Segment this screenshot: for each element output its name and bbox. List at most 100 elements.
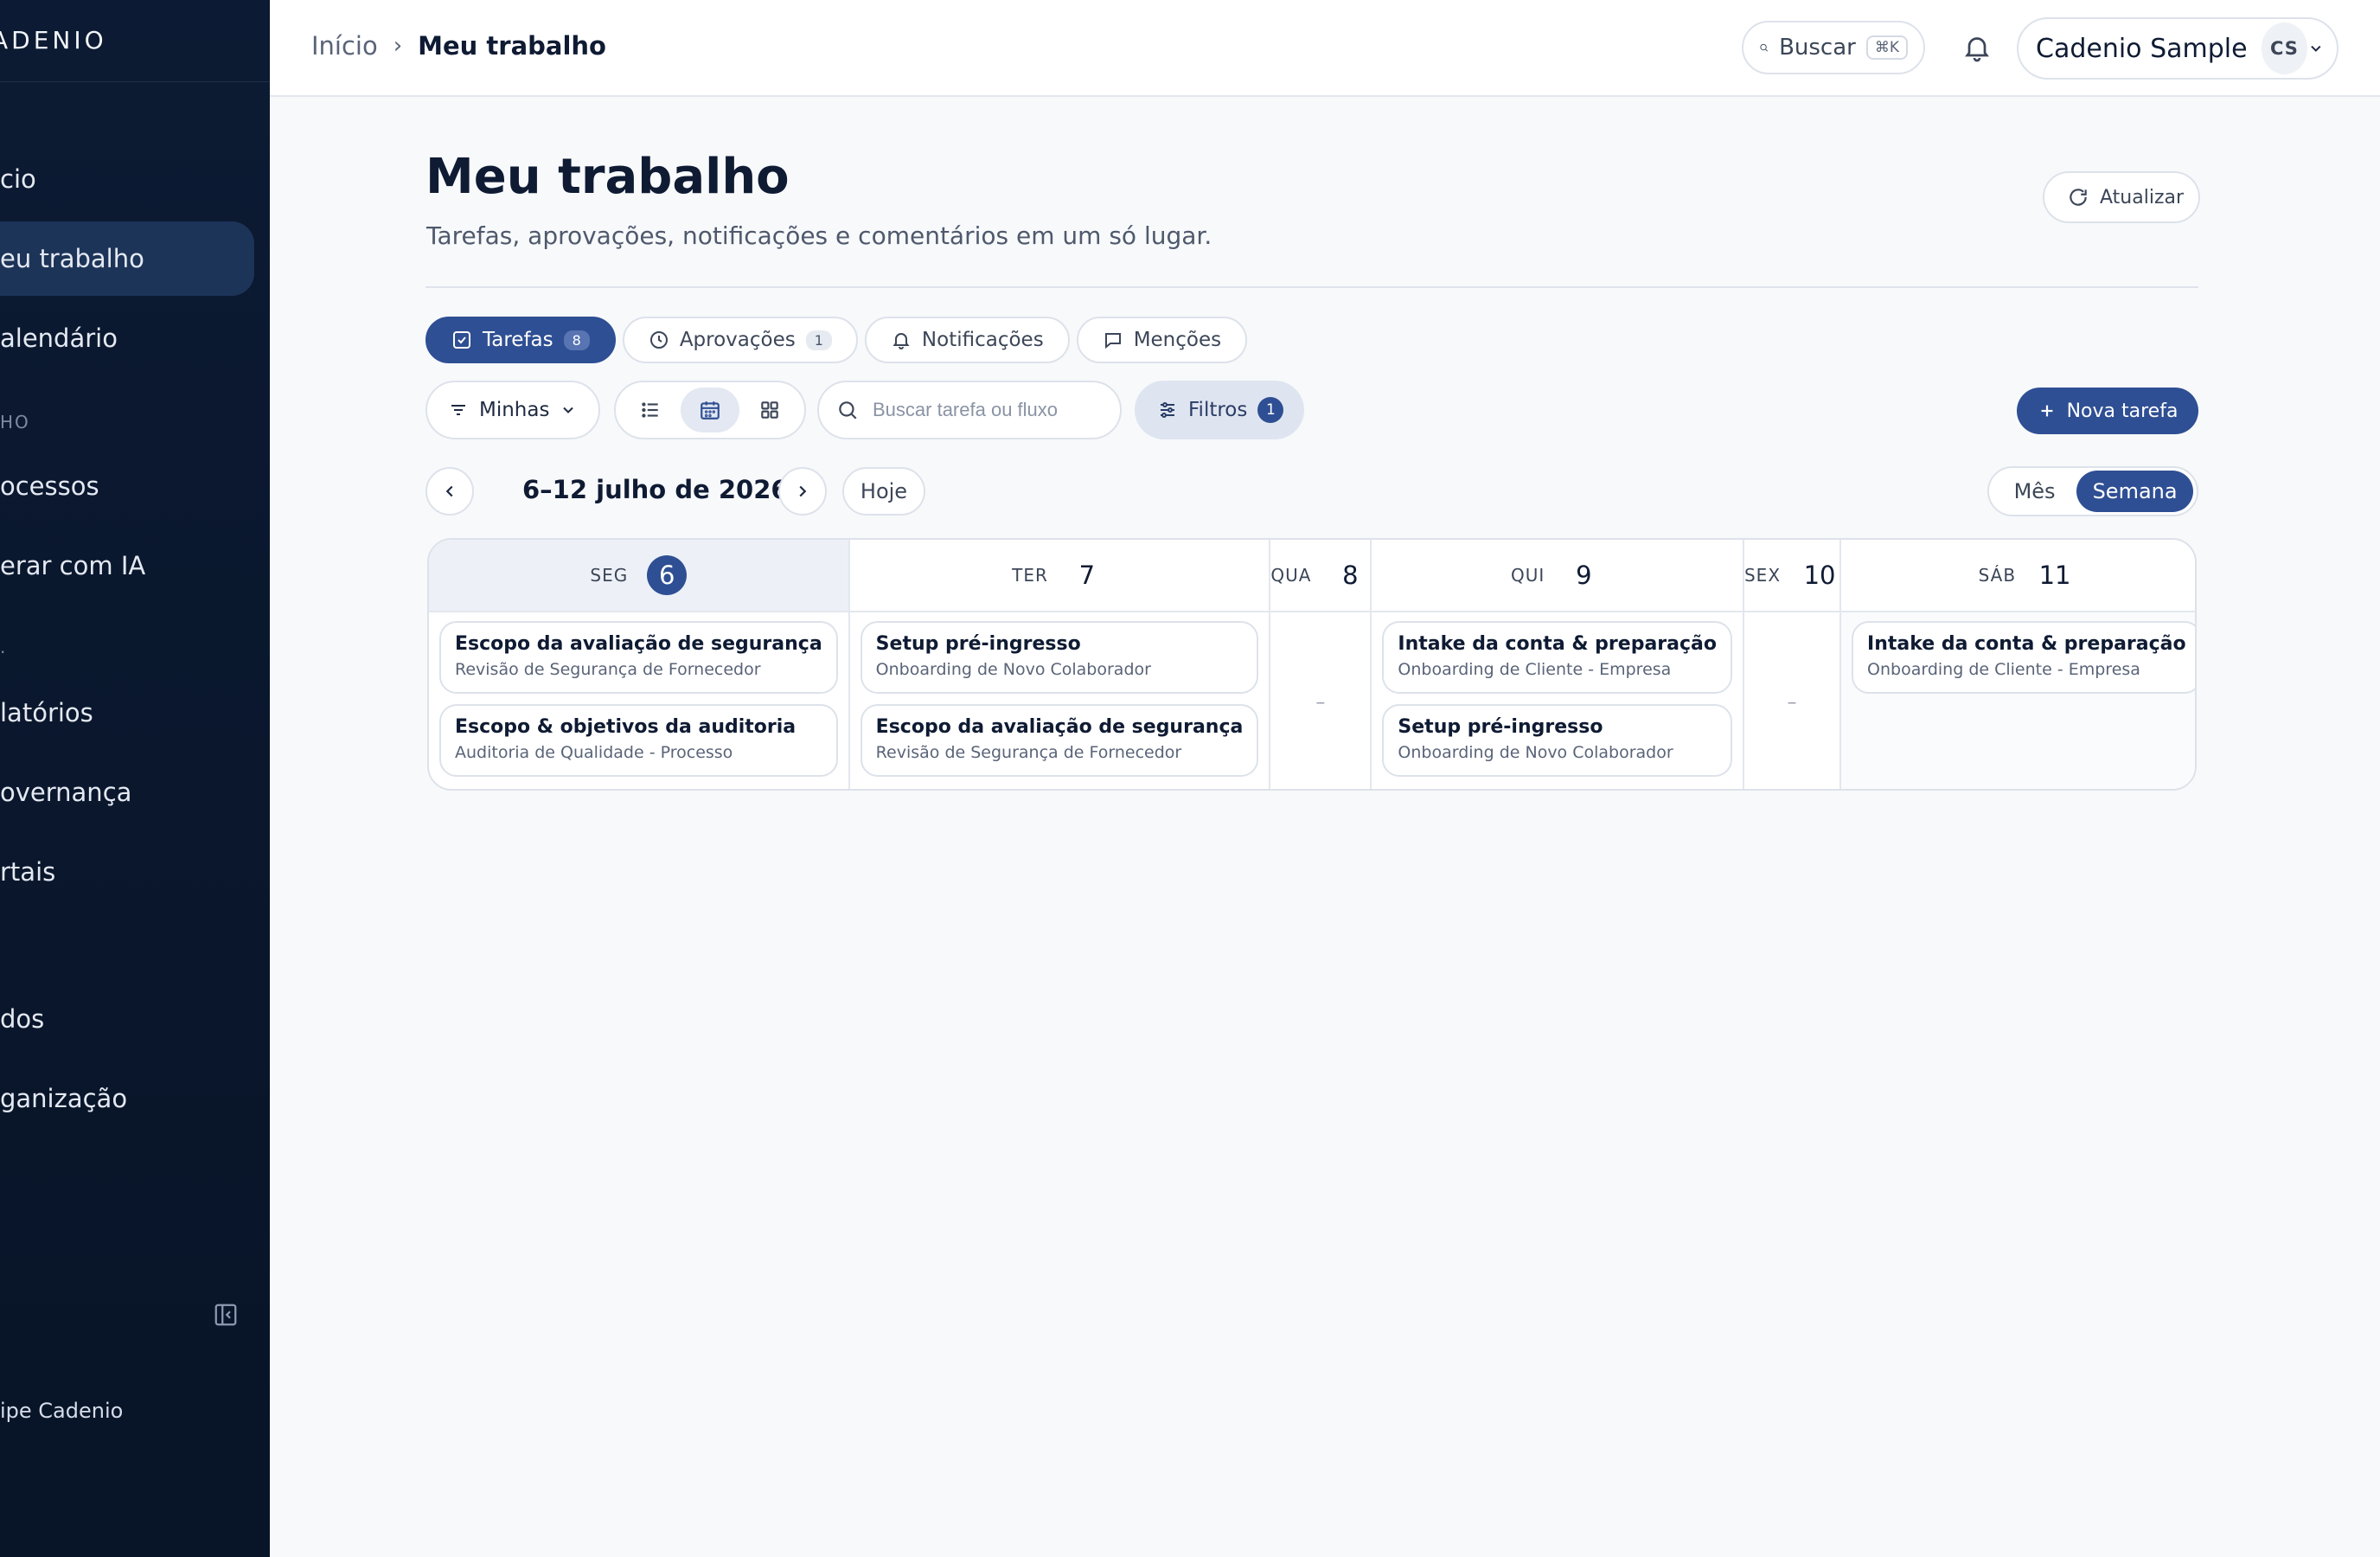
tab-notificacoes[interactable]: Notificações [864,317,1070,363]
refresh-icon [2070,189,2087,206]
page-subtitle: Tarefas, aprovações, notificações e come… [426,221,1212,250]
refresh-label: Atualizar [2100,186,2185,208]
day-header: SEX 10 [1743,540,1840,612]
sidebar-item-label: eu trabalho [0,244,144,273]
board-view-button[interactable] [741,388,799,432]
task-card[interactable]: Escopo & objetivos da auditoria Auditoria… [439,704,838,777]
day-name: QUA [1270,565,1312,586]
breadcrumb: Início › Meu trabalho [311,31,606,61]
today-button[interactable]: Hoje [842,467,925,516]
search-icon [839,401,857,420]
view-mode-toggle [614,381,806,439]
tab-label: Aprovações [679,329,796,351]
tab-aprovacoes[interactable]: Aprovações 1 [622,317,858,363]
filters-button[interactable]: Filtros 1 [1135,381,1304,439]
work-tabs: Tarefas 8 Aprovações 1 Notificações Menç… [425,317,1248,363]
calendar-view-button[interactable] [681,388,739,432]
task-card[interactable]: Setup pré-ingresso Onboarding de Novo Col… [1382,704,1732,777]
refresh-button[interactable]: Atualizar [2043,171,2200,223]
breadcrumb-current: Meu trabalho [418,31,606,61]
tab-tarefas[interactable]: Tarefas 8 [425,317,616,363]
search-label: Buscar [1779,35,1856,61]
filters-count-badge: 1 [1257,397,1284,423]
day-body: Escopo da avaliação de segurança Revisão … [429,612,848,789]
task-card[interactable]: Escopo da avaliação de segurança Revisão … [439,621,838,694]
sidebar: ADENIO cio eu trabalho alendário HO oces… [0,0,270,1557]
sidebar-divider [0,81,270,82]
sidebar-item-processos[interactable]: ocessos [0,449,254,523]
sidebar-item-label: dos [0,1004,45,1034]
task-card[interactable]: Intake da conta & preparação Onboarding d… [1382,621,1732,694]
task-title: Setup pré-ingresso [875,633,1081,655]
task-search-input[interactable] [871,398,1065,422]
task-title: Escopo da avaliação de segurança [875,716,1244,738]
collapse-sidebar-icon[interactable] [213,1302,239,1328]
day-header: SÁB 11 [1841,540,2195,612]
day-name: QUI [1511,565,1545,586]
day-name: SEX [1743,565,1782,586]
day-header: QUA 8 [1270,540,1371,612]
sidebar-item-portais[interactable]: rtais [0,835,254,909]
task-title: Setup pré-ingresso [1398,716,1603,738]
day-column: SEX 10 – [1743,540,1842,789]
global-search-button[interactable]: Buscar ⌘K [1742,21,1925,74]
day-header: QUI 9 [1372,540,1743,612]
brand-logo: ADENIO [0,26,107,54]
sidebar-item-dados[interactable]: dos [0,982,254,1056]
sidebar-item-gerar-com-ia[interactable]: erar com IA [0,529,254,603]
assignee-filter-select[interactable]: Minhas [425,381,600,439]
search-shortcut-badge: ⌘K [1865,35,1908,60]
day-column: QUI 9 Intake da conta & preparação Onboardi… [1372,540,1744,789]
task-card[interactable]: Intake da conta & preparação Onboarding d… [1852,621,2195,694]
tab-mencoes[interactable]: Menções [1076,317,1248,363]
day-name: SEG [590,565,629,586]
day-header: TER 7 [849,540,1270,612]
list-view-button[interactable] [621,388,679,432]
task-process: Onboarding de Novo Colaborador [1398,743,1673,762]
sidebar-footer-team[interactable]: ipe Cadenio [0,1399,123,1423]
day-number: 9 [1576,561,1592,590]
chevron-down-icon [563,407,574,413]
user-menu-button[interactable]: Cadenio Sample CS [2017,17,2338,80]
sidebar-item-calendario[interactable]: alendário [0,301,254,375]
day-number: 7 [1078,561,1096,590]
task-process: Revisão de Segurança de Fornecedor [455,660,761,679]
bell-icon [892,333,910,349]
sidebar-item-organizacao[interactable]: ganização [0,1061,254,1136]
day-body: Intake da conta & preparação Onboarding d… [1841,612,2195,789]
task-card[interactable]: Setup pré-ingresso Onboarding de Novo Col… [860,621,1259,694]
task-title: Escopo & objetivos da auditoria [455,716,797,738]
day-column: SÁB 11 Intake da conta & preparação Onboard… [1841,540,2195,789]
day-name: TER [1012,565,1048,586]
avatar: CS [2261,22,2308,74]
month-view-option[interactable]: Mês [1993,471,2076,512]
day-column: TER 7 Setup pré-ingresso Onboarding de Novo… [849,540,1271,789]
comment-icon [1104,333,1121,349]
day-column: QUA 8 – [1270,540,1372,789]
sidebar-item-governanca[interactable]: overnança [0,755,254,830]
sliders-icon [1161,402,1174,418]
day-body: Setup pré-ingresso Onboarding de Novo Col… [850,612,1270,789]
bell-icon[interactable] [1961,32,1993,63]
sidebar-item-relatorios[interactable]: latórios [0,676,254,750]
week-view-option[interactable]: Semana [2076,471,2193,512]
chevron-down-icon [2311,45,2321,52]
new-task-button[interactable]: Nova tarefa [2017,388,2198,434]
day-number: 10 [1803,561,1836,590]
filters-label: Filtros [1188,399,1248,421]
list-icon [641,402,658,418]
sidebar-item-label: alendário [0,324,118,353]
sidebar-item-inicio[interactable]: cio [0,142,254,216]
next-week-button[interactable] [778,467,827,516]
plus-icon [2041,405,2052,417]
day-number: 6 [647,555,688,595]
breadcrumb-home-link[interactable]: Início [311,31,378,61]
date-range-label: 6–12 julho de 2026 [522,475,789,504]
task-title: Intake da conta & preparação [1867,633,2186,655]
previous-week-button[interactable] [425,467,474,516]
sidebar-item-meu-trabalho[interactable]: eu trabalho [0,221,254,296]
day-header: SEG 6 [429,540,848,612]
empty-day-marker: – [1787,692,1797,714]
task-card[interactable]: Escopo da avaliação de segurança Revisão … [860,704,1259,777]
day-number: 8 [1342,561,1359,590]
